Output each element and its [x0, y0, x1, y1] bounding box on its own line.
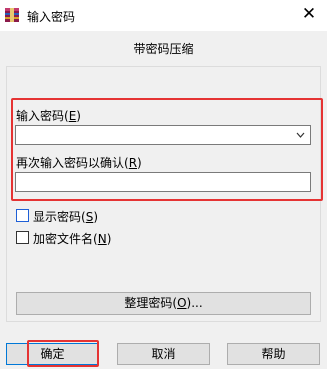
close-icon: ✕	[301, 4, 317, 24]
ok-button-highlight	[27, 340, 99, 367]
title-bar: 输入密码 ✕	[0, 0, 327, 31]
window-title: 输入密码	[27, 10, 76, 24]
encrypt-filenames-checkbox[interactable]	[16, 231, 29, 244]
help-button[interactable]: 帮助	[227, 343, 320, 365]
dialog-heading: 带密码压缩	[133, 42, 194, 56]
show-password-checkbox[interactable]	[16, 209, 29, 222]
winrar-app-icon	[5, 8, 19, 22]
encrypt-filenames-label: 加密文件名(N)	[33, 232, 112, 246]
show-password-label: 显示密码(S)	[33, 210, 99, 224]
password-fields-highlight	[11, 98, 323, 201]
cancel-button[interactable]: 取消	[117, 343, 210, 365]
close-button[interactable]: ✕	[291, 0, 327, 30]
organize-passwords-button[interactable]: 整理密码(O)...	[16, 292, 311, 315]
